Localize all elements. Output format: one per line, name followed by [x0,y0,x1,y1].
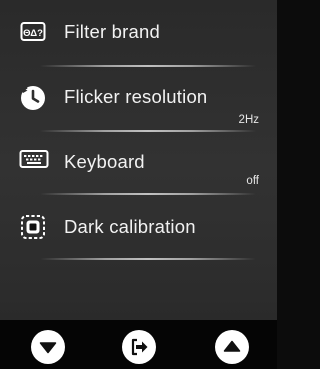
clock-history-icon [18,83,48,110]
up-arrow-icon [223,340,241,352]
exit-icon [131,338,148,356]
menu-item-label: Filter brand [64,21,160,42]
bottom-nav-bar [0,320,277,369]
divider [40,65,256,67]
down-button[interactable] [31,330,65,364]
menu-item-filter-brand[interactable]: ΘΔ? Filter brand [0,0,277,67]
up-button[interactable] [215,330,249,364]
divider [40,193,256,195]
menu-item-label: Dark calibration [64,216,196,237]
menu-item-flicker-resolution[interactable]: Flicker resolution 2Hz [0,70,277,132]
exit-button[interactable] [122,330,156,364]
menu-item-dark-calibration[interactable]: Dark calibration [0,200,277,260]
filter-brand-icon: ΘΔ? [20,21,50,47]
menu-item-label: Keyboard [64,151,145,172]
screen: ΘΔ? Filter brand Flicker resolution 2Hz [0,0,277,369]
divider [40,258,256,260]
menu-item-value: 2Hz [238,114,259,126]
svg-text:ΘΔ?: ΘΔ? [23,28,43,39]
down-arrow-icon [39,342,57,354]
menu-item-keyboard[interactable]: Keyboard off [0,135,277,195]
menu-item-label: Flicker resolution [64,86,208,107]
divider [40,130,256,132]
dark-calibration-icon [20,214,50,240]
menu-item-value: off [246,175,259,187]
keyboard-icon [19,148,49,174]
